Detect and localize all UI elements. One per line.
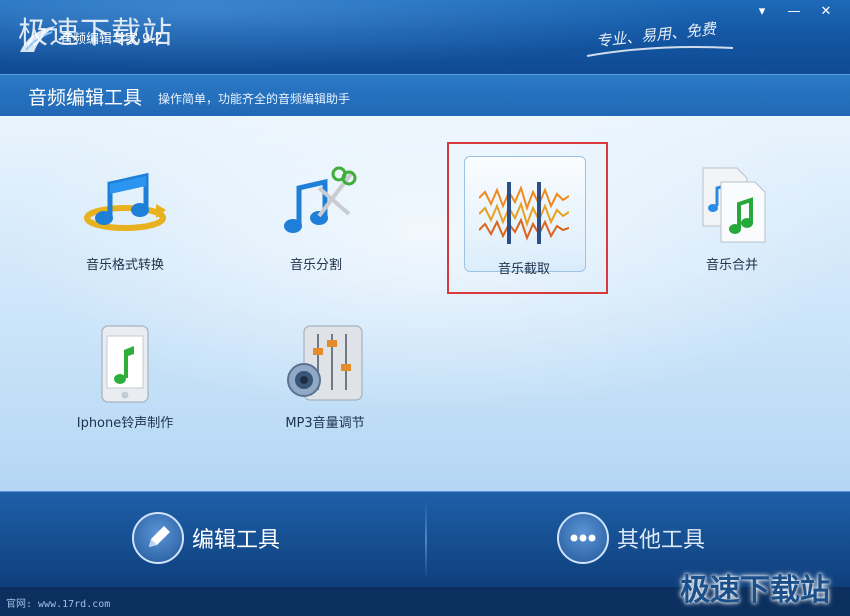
close-button[interactable]: ✕	[812, 2, 840, 22]
nav-edit-label: 编辑工具	[192, 528, 281, 553]
iphone-ringtone-icon	[101, 325, 149, 403]
tool-label: 音乐格式转换	[85, 258, 164, 273]
nav-divider	[425, 500, 427, 580]
section-subtitle: 操作简单，功能齐全的音频编辑助手	[158, 92, 351, 106]
window-controls: ▾ — ✕	[748, 2, 840, 22]
pencil-icon	[132, 512, 184, 564]
nav-other-tools[interactable]: 其他工具	[557, 508, 757, 568]
tool-music-cut[interactable]: 音乐截取	[449, 170, 599, 277]
more-dots-icon	[557, 512, 609, 564]
music-merge-icon	[702, 167, 766, 243]
nav-other-label: 其他工具	[617, 528, 706, 553]
tool-mp3-volume[interactable]: MP3音量调节	[250, 324, 400, 431]
slogan-swoosh-icon	[586, 46, 734, 57]
nav-edit-tools[interactable]: 编辑工具	[132, 508, 332, 568]
app-window: 音频编辑专家 9.2 极速下载站 专业、易用、免费 ▾ — ✕ 音频编辑工具 操…	[0, 0, 850, 616]
music-split-icon	[284, 166, 357, 233]
tool-label: 音乐截取	[497, 262, 550, 277]
music-convert-icon	[84, 172, 166, 231]
tool-label: 音乐合并	[705, 258, 758, 273]
minimize-button[interactable]: —	[780, 2, 808, 22]
title-bar: 音频编辑专家 9.2 极速下载站 专业、易用、免费 ▾ — ✕	[0, 0, 850, 74]
mp3-volume-icon	[287, 325, 363, 401]
tool-label: 音乐分割	[289, 258, 342, 273]
tool-label: Iphone铃声制作	[76, 416, 174, 431]
tool-music-convert[interactable]: 音乐格式转换	[50, 166, 200, 273]
tool-music-split[interactable]: 音乐分割	[241, 166, 391, 273]
section-title: 音频编辑工具	[28, 87, 143, 109]
watermark-top: 极速下载站	[18, 16, 173, 51]
dropdown-menu-button[interactable]: ▾	[748, 2, 776, 22]
watermark-bottom: 极速下载站	[680, 573, 830, 608]
tool-iphone-ringtone[interactable]: Iphone铃声制作	[50, 324, 200, 431]
section-header: 音频编辑工具 操作简单，功能齐全的音频编辑助手	[0, 74, 850, 118]
website-url: 官网: www.17rd.com	[6, 599, 111, 610]
tool-music-merge[interactable]: 音乐合并	[657, 166, 807, 273]
tool-label: MP3音量调节	[285, 416, 365, 431]
music-cut-icon	[478, 182, 570, 244]
